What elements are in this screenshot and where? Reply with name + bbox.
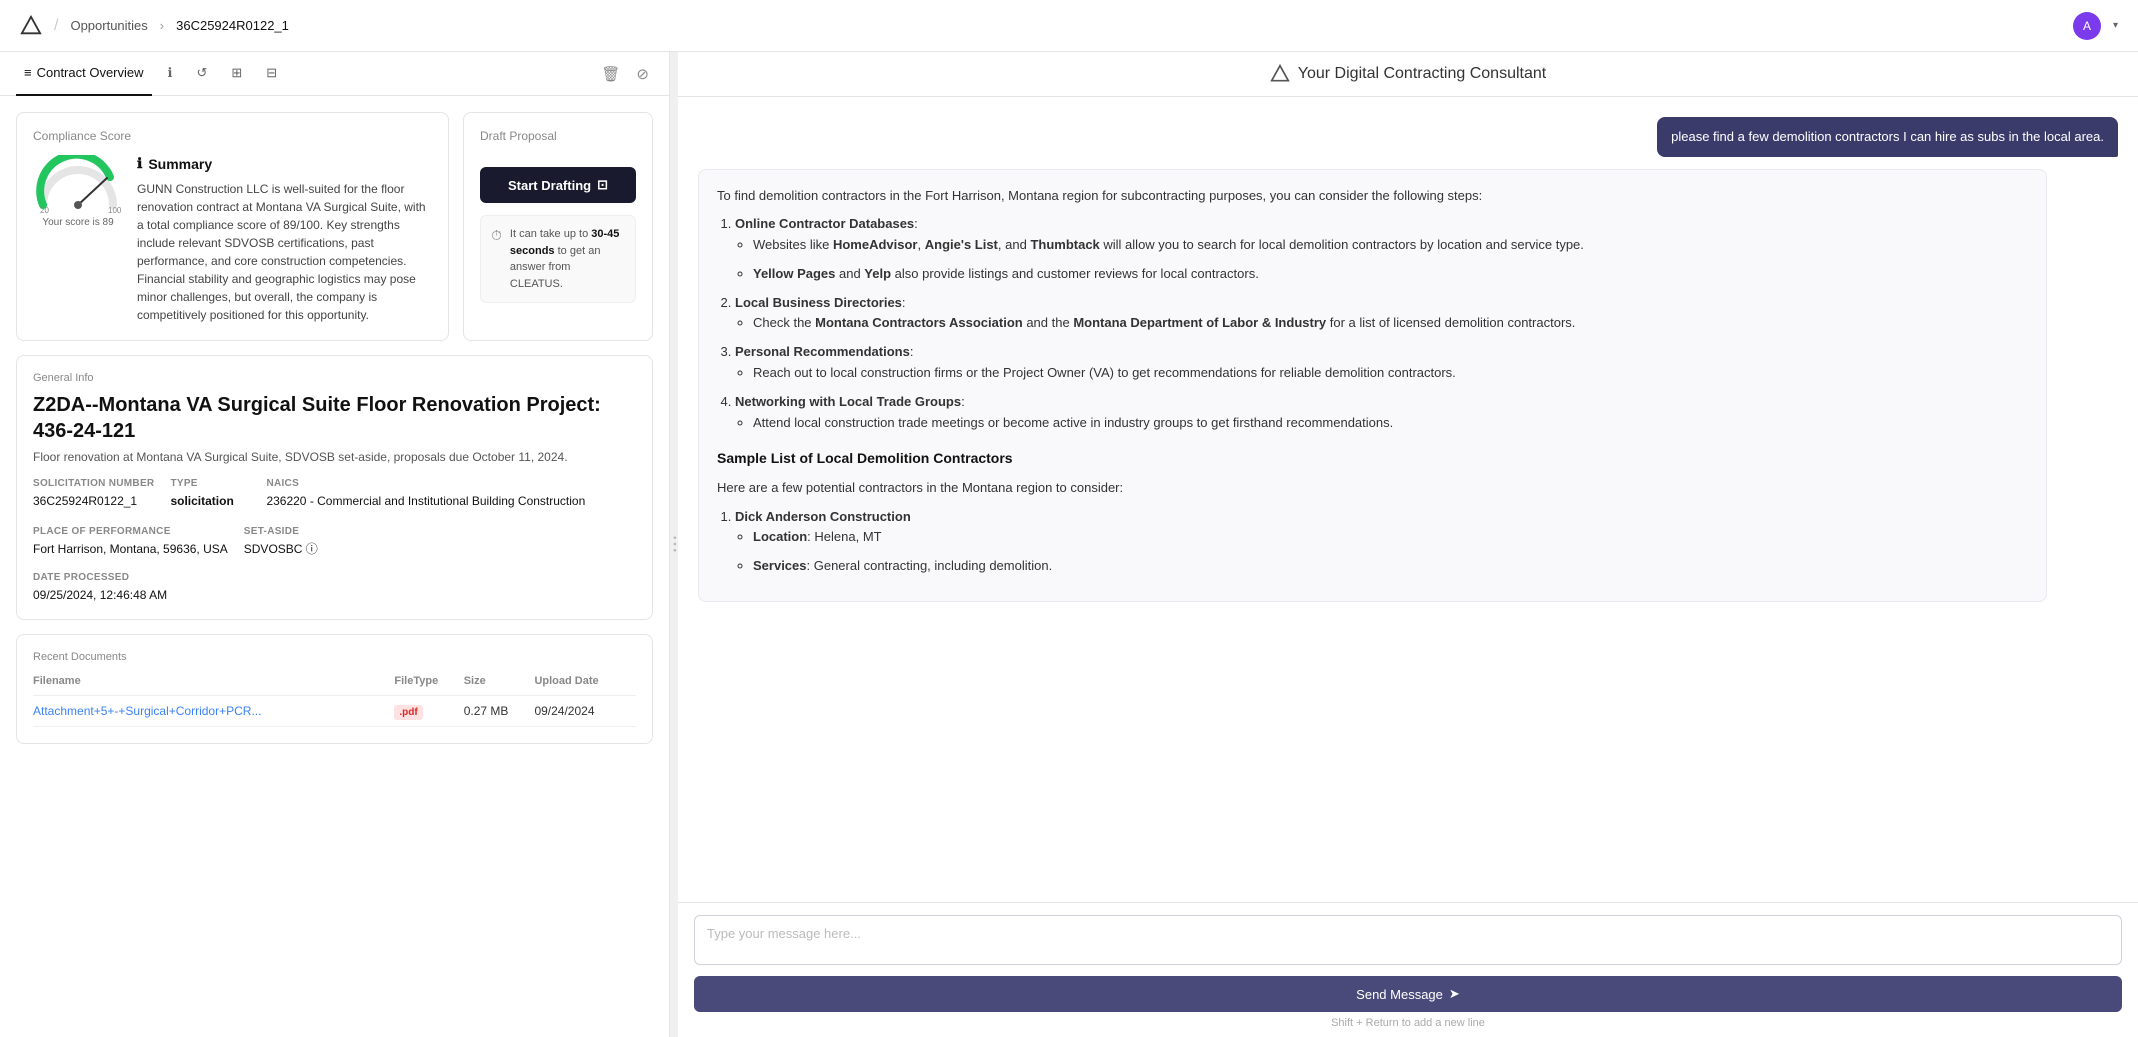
edit-icon: ⊟ [266,65,277,81]
layers-icon: ⊞ [231,65,242,81]
contractor-1-location: Location: Helena, MT [753,527,2028,548]
right-panel-title: Your Digital Contracting Consultant [1298,65,1546,83]
archive-icon[interactable]: ⊘ [632,61,653,87]
refresh-icon: ↺ [196,65,207,81]
top-nav: / Opportunities › 36C25924R0122_1 A ▾ [0,0,2138,52]
draft-card-title: Draft Proposal [480,129,636,143]
tab-refresh[interactable]: ↺ [188,52,215,96]
assistant-message: To find demolition contractors in the Fo… [698,169,2047,603]
summary-text: GUNN Construction LLC is well-suited for… [137,180,432,324]
doc-filename[interactable]: Attachment+5+-+Surgical+Corridor+PCR... [33,696,394,727]
recent-docs-label: Recent Documents [33,651,636,663]
avatar[interactable]: A [2073,12,2101,40]
chat-hint: Shift + Return to add a new line [694,1017,2122,1029]
steps-list: Online Contractor Databases: Websites li… [717,214,2028,433]
contractor-1-services: Services: General contracting, including… [753,556,2028,577]
table-row: Attachment+5+-+Surgical+Corridor+PCR... … [33,696,636,727]
right-panel: Your Digital Contracting Consultant plea… [678,52,2138,1037]
doc-size: 0.27 MB [464,696,535,727]
right-panel-logo [1270,64,1290,84]
col-filetype: FileType [394,671,463,696]
chat-area: please find a few demolition contractors… [678,97,2138,902]
draft-hint-text: It can take up to 30-45 seconds to get a… [510,226,625,292]
sample-list-title: Sample List of Local Demolition Contract… [717,447,2028,469]
chevron-down-icon[interactable]: ▾ [2113,20,2118,31]
assistant-intro: To find demolition contractors in the Fo… [717,186,2028,207]
docs-table: Filename FileType Size Upload Date Attac… [33,671,636,727]
info-type: TYPE solicitation [170,478,250,510]
compliance-card-title: Compliance Score [33,129,432,143]
tab-edit[interactable]: ⊟ [258,52,285,96]
info-set-aside: SET-ASIDE SDVOSBC ⓘ [244,526,324,558]
info-solicitation-number: SOLICITATION NUMBER 36C25924R0122_1 [33,478,154,510]
general-info-label: General Info [33,372,636,384]
summary-info-icon: ℹ [137,155,142,172]
summary-title: ℹ Summary [137,155,432,172]
nav-arrow: › [160,18,164,33]
contractor-1: Dick Anderson Construction Location: Hel… [735,507,2028,577]
svg-text:20: 20 [40,206,49,213]
send-icon: ➤ [1449,986,1460,1002]
step-1-bullet-1: Websites like HomeAdvisor, Angie's List,… [753,235,2028,256]
step-1: Online Contractor Databases: Websites li… [735,214,2028,284]
start-drafting-label: Start Drafting [508,178,591,193]
info-icon: ℹ [168,65,173,81]
delete-icon[interactable]: 🗑 [597,61,624,87]
chat-input[interactable] [694,915,2122,965]
sample-list-intro: Here are a few potential contractors in … [717,478,2028,499]
compliance-gauge: 20 100 Your score is 89 [33,155,123,228]
nav-separator: / [54,17,58,35]
send-button-label: Send Message [1356,987,1443,1002]
doc-upload-date: 09/24/2024 [534,696,636,727]
info-place-of-performance: PLACE OF PERFORMANCE Fort Harrison, Mont… [33,526,228,558]
draft-hint: ⏱ It can take up to 30-45 seconds to get… [480,215,636,303]
tab-layers[interactable]: ⊞ [223,52,250,96]
step-2: Local Business Directories: Check the Mo… [735,293,2028,335]
chat-input-area: Send Message ➤ Shift + Return to add a n… [678,902,2138,1037]
gauge-label: Your score is 89 [42,217,113,228]
step-1-bullet-2: Yellow Pages and Yelp also provide listi… [753,264,2028,285]
step-4: Networking with Local Trade Groups: Atte… [735,392,2028,434]
gauge-svg: 20 100 [33,155,123,213]
contractors-list: Dick Anderson Construction Location: Hel… [717,507,2028,577]
tab-bar: ≡ Contract Overview ℹ ↺ ⊞ ⊟ 🗑 ⊘ [0,52,669,96]
start-drafting-button[interactable]: Start Drafting ⊡ [480,167,636,203]
general-info-card: General Info Z2DA--Montana VA Surgical S… [16,355,653,620]
right-header: Your Digital Contracting Consultant [678,52,2138,97]
send-message-button[interactable]: Send Message ➤ [694,976,2122,1012]
step-2-bullet-1: Check the Montana Contractors Associatio… [753,313,2028,334]
date-processed-value: 09/25/2024, 12:46:48 AM [33,587,636,604]
compliance-score-card: Compliance Score [16,112,449,341]
project-title: Z2DA--Montana VA Surgical Suite Floor Re… [33,392,636,444]
info-grid: SOLICITATION NUMBER 36C25924R0122_1 TYPE… [33,478,636,558]
col-upload-date: Upload Date [534,671,636,696]
clock-icon: ⏱ [491,227,502,244]
tab-contract-overview[interactable]: ≡ Contract Overview [16,52,152,96]
user-message: please find a few demolition contractors… [1657,117,2118,157]
app-logo [20,15,42,37]
doc-filetype: .pdf [394,696,463,727]
step-3: Personal Recommendations: Reach out to l… [735,342,2028,384]
draft-proposal-card: Draft Proposal Start Drafting ⊡ ⏱ It can… [463,112,653,341]
recent-docs-card: Recent Documents Filename FileType Size … [16,634,653,744]
step-3-bullet-1: Reach out to local construction firms or… [753,363,2028,384]
tab-info[interactable]: ℹ [160,52,181,96]
step-4-bullet-1: Attend local construction trade meetings… [753,413,2028,434]
project-subtitle: Floor renovation at Montana VA Surgical … [33,450,636,464]
tab-contract-overview-label: Contract Overview [37,65,144,80]
breadcrumb-current: 36C25924R0122_1 [176,18,289,33]
col-size: Size [464,671,535,696]
breadcrumb-opportunities[interactable]: Opportunities [70,18,147,33]
contract-overview-icon: ≡ [24,65,32,80]
drafting-icon: ⊡ [597,177,608,193]
col-filename: Filename [33,671,394,696]
svg-text:100: 100 [108,206,122,213]
panel-divider[interactable]: • • • [670,52,678,1037]
left-content: Compliance Score [0,96,669,1037]
left-panel: ≡ Contract Overview ℹ ↺ ⊞ ⊟ 🗑 ⊘ [0,52,670,1037]
info-naics: NAICS 236220 - Commercial and Institutio… [266,478,585,510]
date-processed-label: DATE PROCESSED [33,572,636,583]
